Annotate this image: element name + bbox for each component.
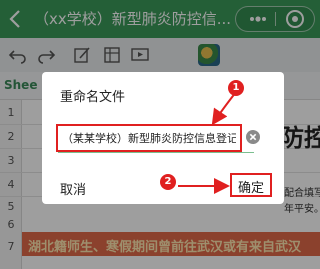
step-badge: 1 bbox=[228, 80, 244, 96]
confirm-button[interactable]: 确定 bbox=[232, 177, 270, 196]
cancel-button[interactable]: 取消 bbox=[60, 179, 86, 198]
step-badge: 2 bbox=[160, 174, 176, 190]
clear-icon[interactable] bbox=[246, 130, 260, 144]
dialog-title: 重命名文件 bbox=[60, 90, 126, 105]
filename-field-highlight bbox=[56, 124, 242, 152]
input-underline bbox=[58, 152, 254, 153]
filename-input[interactable] bbox=[62, 129, 236, 147]
confirm-button-highlight: 确定 bbox=[230, 173, 272, 197]
